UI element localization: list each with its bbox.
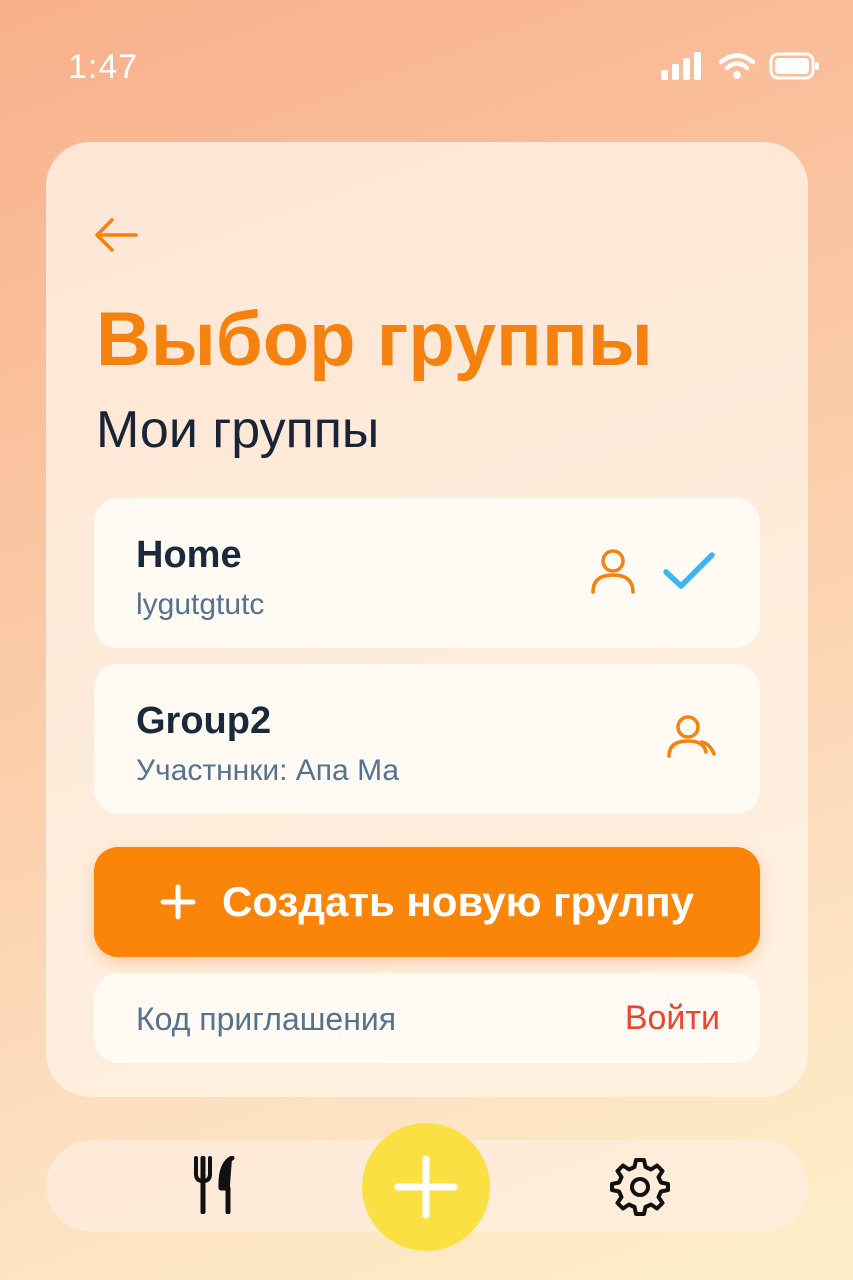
group-card-home[interactable]: Home lygutgtutc — [94, 498, 760, 648]
status-time: 1:47 — [68, 48, 139, 86]
signal-icon — [661, 52, 701, 80]
battery-icon — [769, 52, 819, 80]
add-icon — [394, 1155, 458, 1219]
group-name: Group2 — [136, 700, 272, 742]
group-name: Home — [136, 534, 242, 576]
group-card-group2[interactable]: Group2 Участннки: Апа Ма — [94, 664, 760, 814]
arrow-left-icon — [95, 218, 138, 252]
create-group-button[interactable]: Создать новую грулпу — [94, 847, 760, 957]
invite-code-row: Код приглашения Войти — [94, 973, 760, 1063]
user-icon[interactable] — [588, 546, 638, 596]
check-icon — [663, 552, 715, 589]
back-button[interactable] — [92, 212, 142, 258]
fork-knife-icon[interactable] — [192, 1156, 240, 1214]
wifi-icon — [719, 53, 755, 79]
gear-icon[interactable] — [610, 1156, 670, 1216]
join-button[interactable]: Войти — [625, 999, 720, 1038]
group-subtitle: Участннки: Апа Ма — [136, 754, 400, 787]
plus-icon — [160, 884, 196, 920]
section-title: Мои группы — [96, 401, 380, 459]
create-group-label: Создать новую грулпу — [222, 878, 694, 925]
status-bar: 1:47 — [0, 0, 853, 140]
add-button[interactable] — [362, 1123, 490, 1251]
status-icons — [661, 52, 821, 80]
page-title: Выбор группы — [96, 297, 653, 382]
user-icon[interactable] — [666, 714, 718, 760]
invite-code-input[interactable]: Код приглашения — [136, 1001, 396, 1038]
group-subtitle: lygutgtutc — [136, 588, 265, 621]
